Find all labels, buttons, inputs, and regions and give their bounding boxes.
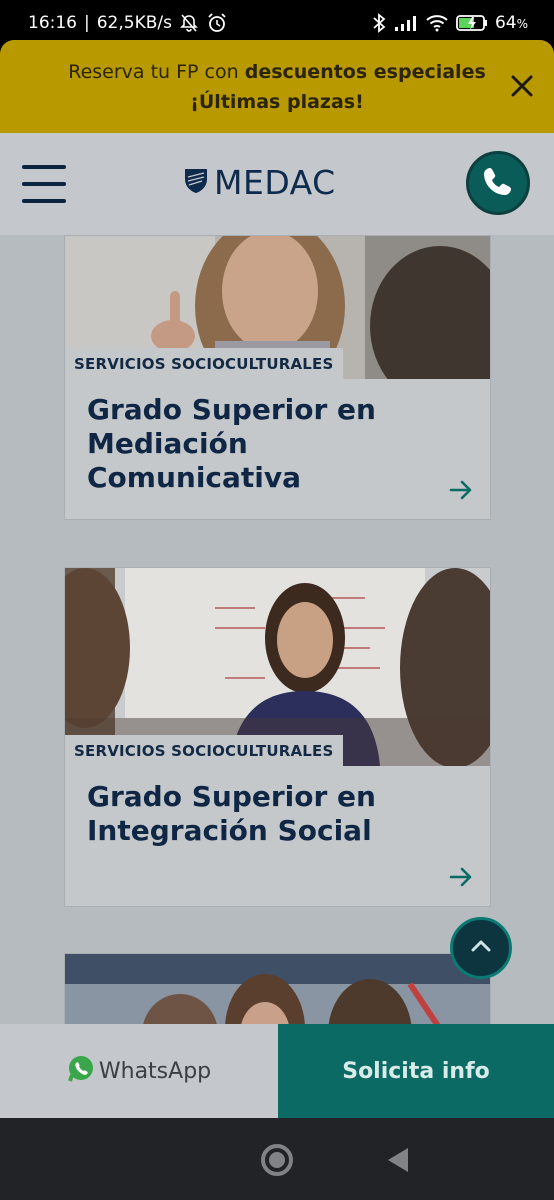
home-circle-icon[interactable] <box>261 1144 293 1176</box>
bluetooth-icon <box>371 12 387 34</box>
status-time: 16:16 <box>28 13 77 33</box>
alarm-icon <box>206 12 228 34</box>
phone-button[interactable] <box>466 151 530 215</box>
system-navigation-bar <box>0 1118 554 1200</box>
scroll-to-top-button[interactable] <box>450 917 512 979</box>
course-title[interactable]: Grado Superior en Mediación Comunicativa <box>65 379 490 495</box>
promo-banner[interactable]: Reserva tu FP con descuentos especiales … <box>0 40 554 133</box>
course-category: SERVICIOS SOCIOCULTURALES <box>65 348 343 379</box>
course-image <box>65 954 490 1024</box>
chevron-up-icon <box>468 933 494 963</box>
logo-text: MEDAC <box>214 163 336 202</box>
whatsapp-button[interactable]: WhatsApp <box>0 1024 278 1118</box>
site-header: MEDAC <box>0 133 554 235</box>
solicita-info-label: Solicita info <box>342 1058 490 1084</box>
course-card[interactable]: SERVICIOS SOCIOCULTURALES Grado Superior… <box>64 235 491 520</box>
arrow-right-icon[interactable] <box>448 477 474 503</box>
cta-bar: WhatsApp Solicita info <box>0 1024 554 1118</box>
whatsapp-icon <box>67 1055 95 1087</box>
back-triangle-icon[interactable] <box>388 1148 408 1172</box>
battery-level: 64 <box>494 13 517 33</box>
course-image: SERVICIOS SOCIOCULTURALES <box>65 236 490 379</box>
promo-text: Reserva tu FP con descuentos especiales … <box>68 57 486 117</box>
promo-line1-a: Reserva tu FP con <box>68 60 245 83</box>
phone-icon <box>482 165 514 201</box>
battery-unit: % <box>516 17 528 31</box>
hamburger-menu-icon[interactable] <box>22 165 66 203</box>
arrow-right-icon[interactable] <box>448 864 474 890</box>
shield-logo-icon <box>184 167 208 199</box>
whatsapp-label: WhatsApp <box>98 1058 212 1084</box>
course-card[interactable] <box>64 953 491 1024</box>
course-title[interactable]: Grado Superior en Integración Social <box>65 766 490 848</box>
course-category: SERVICIOS SOCIOCULTURALES <box>65 735 343 766</box>
course-list[interactable]: SERVICIOS SOCIOCULTURALES Grado Superior… <box>0 235 554 1024</box>
course-card[interactable]: SERVICIOS SOCIOCULTURALES Grado Superior… <box>64 567 491 907</box>
course-image: SERVICIOS SOCIOCULTURALES <box>65 568 490 766</box>
promo-line1-b: descuentos especiales <box>244 60 486 83</box>
close-icon[interactable] <box>510 74 534 98</box>
signal-icon <box>394 14 418 32</box>
promo-line2: ¡Últimas plazas! <box>190 90 364 113</box>
solicita-info-button[interactable]: Solicita info <box>278 1024 554 1118</box>
wifi-icon <box>425 14 449 32</box>
bell-off-icon <box>179 13 199 33</box>
medac-logo[interactable]: MEDAC <box>184 163 336 202</box>
battery-charging-icon <box>456 14 488 32</box>
status-speed: 62,5KB/s <box>96 13 172 33</box>
